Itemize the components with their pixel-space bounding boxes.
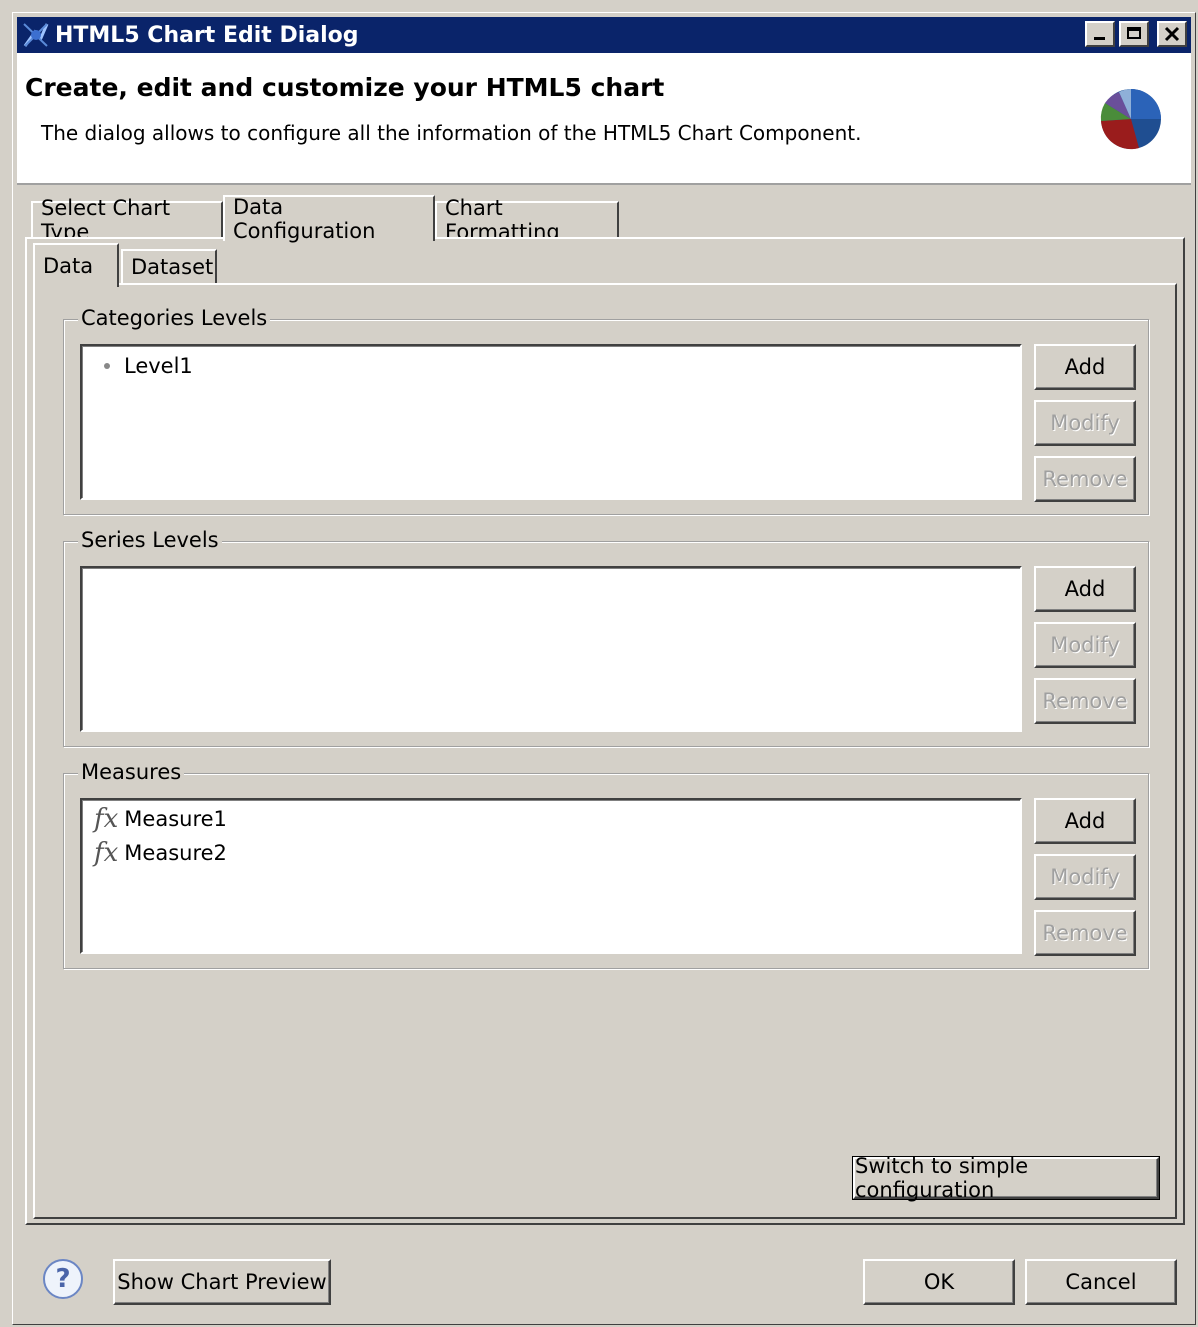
dialog-window: HTML5 Chart Edit Dialog Create, edit and… (12, 12, 1196, 1325)
maximize-icon[interactable] (1119, 21, 1149, 47)
categories-modify-button[interactable]: Modify (1034, 400, 1136, 446)
close-icon[interactable] (1157, 21, 1187, 47)
group-label: Categories Levels (78, 306, 271, 330)
function-icon: fx (94, 838, 119, 868)
function-icon: fx (94, 804, 119, 834)
categories-remove-button[interactable]: Remove (1034, 456, 1136, 502)
measures-group: Measures fx Measure1 fx Measure2 Add Mod… (63, 760, 1149, 969)
measures-modify-button[interactable]: Modify (1034, 854, 1136, 900)
window-title: HTML5 Chart Edit Dialog (55, 22, 359, 48)
banner-description: The dialog allows to configure all the i… (41, 121, 862, 145)
categories-levels-group: Categories Levels Level1 Add Modify Remo… (63, 306, 1149, 515)
item-label: Measure1 (124, 807, 227, 831)
subtab-label: Data (43, 254, 94, 278)
subtab-data[interactable]: Data (33, 243, 119, 287)
item-label: Measure2 (124, 841, 227, 865)
banner-heading: Create, edit and customize your HTML5 ch… (25, 73, 665, 102)
group-label: Series Levels (78, 528, 222, 552)
measures-add-button[interactable]: Add (1034, 798, 1136, 844)
list-item[interactable]: Level1 (94, 354, 193, 378)
html5-chart-app-icon (23, 23, 49, 47)
measures-list[interactable]: fx Measure1 fx Measure2 (80, 798, 1022, 954)
subtab-dataset[interactable]: Dataset (121, 249, 217, 285)
minimize-icon[interactable] (1085, 21, 1115, 47)
title-bar[interactable]: HTML5 Chart Edit Dialog (17, 17, 1191, 53)
bullet-icon (104, 363, 110, 369)
subtab-label: Dataset (131, 255, 214, 279)
switch-to-simple-configuration-button[interactable]: Switch to simple configuration (852, 1154, 1160, 1202)
data-subpanel: Categories Levels Level1 Add Modify Remo… (33, 283, 1177, 1219)
list-item[interactable]: fx Measure2 (94, 838, 227, 868)
show-chart-preview-button[interactable]: Show Chart Preview (113, 1259, 331, 1305)
list-item[interactable]: fx Measure1 (94, 804, 227, 834)
series-add-button[interactable]: Add (1034, 566, 1136, 612)
cancel-button[interactable]: Cancel (1025, 1259, 1177, 1305)
data-configuration-panel: Data Dataset Categories Levels Level1 Ad… (25, 237, 1185, 1225)
pie-chart-icon (1100, 89, 1161, 150)
item-label: Level1 (124, 354, 193, 378)
series-modify-button[interactable]: Modify (1034, 622, 1136, 668)
tab-data-configuration[interactable]: Data Configuration (223, 195, 435, 243)
series-levels-group: Series Levels Add Modify Remove (63, 528, 1149, 747)
series-remove-button[interactable]: Remove (1034, 678, 1136, 724)
group-label: Measures (78, 760, 185, 784)
categories-list[interactable]: Level1 (80, 344, 1022, 500)
categories-add-button[interactable]: Add (1034, 344, 1136, 390)
measures-remove-button[interactable]: Remove (1034, 910, 1136, 956)
tab-chart-formatting[interactable]: Chart Formatting (435, 196, 619, 244)
tab-select-chart-type[interactable]: Select Chart Type (31, 196, 223, 244)
series-list[interactable] (80, 566, 1022, 732)
header-banner: Create, edit and customize your HTML5 ch… (17, 53, 1191, 185)
help-icon[interactable]: ? (43, 1259, 83, 1299)
ok-button[interactable]: OK (863, 1259, 1015, 1305)
tab-label: Data Configuration (233, 195, 376, 243)
